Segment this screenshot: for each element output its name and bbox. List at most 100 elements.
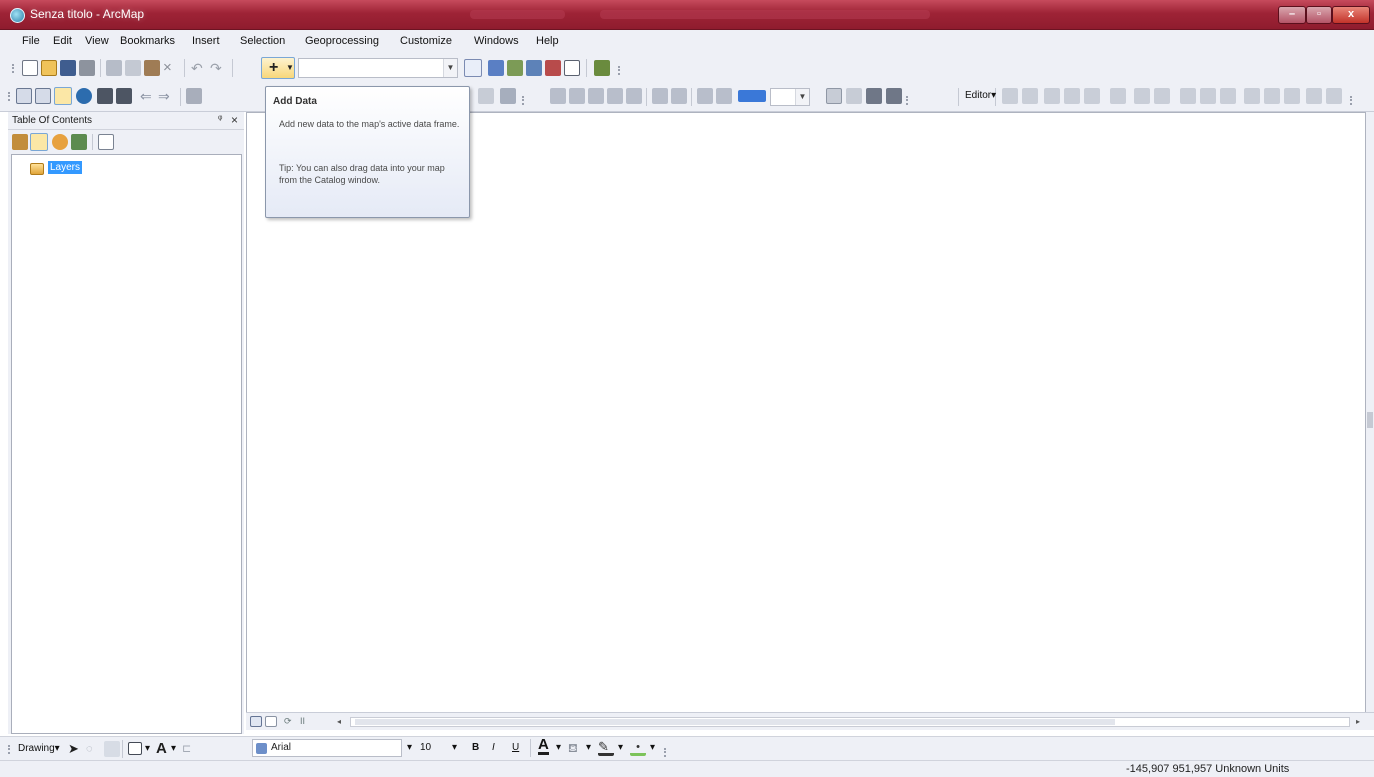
catalog-window-icon[interactable]	[507, 60, 523, 76]
close-icon[interactable]: ×	[231, 113, 238, 127]
redo-icon[interactable]: ↷	[210, 60, 226, 76]
toolbar-grip[interactable]	[8, 745, 12, 754]
options-icon[interactable]	[98, 134, 114, 150]
menu-bookmarks[interactable]: Bookmarks	[120, 35, 175, 47]
font-name-combo[interactable]: Arial	[252, 739, 402, 757]
layout-pan-icon[interactable]	[588, 88, 604, 104]
menu-help[interactable]: Help	[536, 35, 559, 47]
save-icon[interactable]	[60, 60, 76, 76]
fixed-zoom-out-layout-icon[interactable]	[671, 88, 687, 104]
pause-drawing-icon[interactable]: II	[300, 716, 312, 727]
list-by-drawing-order-icon[interactable]	[12, 134, 28, 150]
list-by-source-icon[interactable]	[30, 133, 48, 151]
python-window-icon[interactable]	[564, 60, 580, 76]
layers-data-frame[interactable]: Layers	[48, 161, 83, 174]
print-icon[interactable]	[79, 60, 95, 76]
vertical-scrollbar[interactable]	[1366, 112, 1374, 712]
layout-zoom-out-icon[interactable]	[569, 88, 585, 104]
editor-tools-icon[interactable]	[1326, 88, 1342, 104]
rotate-icon[interactable]: ◌	[86, 741, 102, 757]
edit-toolbar-option-icon[interactable]	[1306, 88, 1322, 104]
go-back-extent-icon[interactable]	[697, 88, 713, 104]
zoom-percent-indicator[interactable]	[738, 90, 766, 102]
scrollbar-thumb[interactable]	[355, 719, 1115, 725]
trace-icon[interactable]	[1084, 88, 1100, 104]
full-extent-icon[interactable]	[76, 88, 92, 104]
menu-windows[interactable]: Windows	[474, 35, 519, 47]
create-features-icon[interactable]	[1284, 88, 1300, 104]
drawing-menu[interactable]: Drawing▾	[18, 743, 60, 754]
menu-geoprocessing[interactable]: Geoprocessing	[305, 35, 379, 47]
toggle-draft-mode-icon[interactable]	[826, 88, 842, 104]
toolbar-grip[interactable]	[12, 64, 16, 73]
menu-insert[interactable]: Insert	[192, 35, 220, 47]
edit-vertices-icon[interactable]	[1134, 88, 1150, 104]
select-features-icon[interactable]	[186, 88, 202, 104]
copy-icon[interactable]	[125, 60, 141, 76]
split-tool-icon[interactable]	[1200, 88, 1216, 104]
editor-menu[interactable]: Editor▾	[965, 90, 996, 101]
map-scale-combo[interactable]: ▼	[298, 58, 458, 78]
chevron-down-icon[interactable]: ▾	[145, 743, 150, 754]
delete-icon[interactable]: ×	[163, 60, 179, 76]
refresh-icon[interactable]: ⟳	[284, 716, 296, 727]
zoom-whole-page-icon[interactable]	[607, 88, 623, 104]
scroll-left-icon[interactable]: ◂	[337, 717, 341, 726]
data-view-icon[interactable]	[250, 716, 262, 727]
pan-hand-icon[interactable]	[54, 87, 72, 105]
edit-tool-icon[interactable]	[1002, 88, 1018, 104]
go-forward-extent-icon[interactable]	[716, 88, 732, 104]
open-folder-icon[interactable]	[41, 60, 57, 76]
zoom-percent-combo[interactable]: ▼	[770, 88, 810, 106]
toolbar-grip[interactable]	[8, 92, 12, 101]
undo-icon[interactable]: ↶	[191, 60, 207, 76]
scrollbar-thumb[interactable]	[1367, 412, 1373, 428]
zoom-out-icon[interactable]	[35, 88, 51, 104]
search-window-icon[interactable]	[526, 60, 542, 76]
reshape-feature-icon[interactable]	[1154, 88, 1170, 104]
zoom-to-selected-elements-icon[interactable]	[104, 741, 120, 757]
select-elements-arrow-icon[interactable]: ➤	[68, 741, 84, 757]
sketch-properties-icon[interactable]	[1264, 88, 1280, 104]
toolbar-grip[interactable]	[618, 66, 622, 75]
zoom-100-percent-icon[interactable]	[626, 88, 642, 104]
data-driven-pages-icon[interactable]	[886, 88, 902, 104]
model-builder-icon[interactable]	[594, 60, 610, 76]
point-icon[interactable]	[1110, 88, 1126, 104]
straight-segment-icon[interactable]	[1044, 88, 1060, 104]
zoom-in-icon[interactable]	[16, 88, 32, 104]
editor-toolbar-icon[interactable]	[464, 59, 482, 77]
callout-icon[interactable]: ⊏	[182, 741, 198, 757]
chevron-down-icon[interactable]: ▼	[795, 89, 809, 105]
toolbar-grip[interactable]	[906, 96, 910, 105]
horizontal-scrollbar[interactable]	[350, 717, 1350, 727]
minimize-button[interactable]: –	[1278, 6, 1306, 24]
attributes-icon[interactable]	[1244, 88, 1260, 104]
layout-view-icon[interactable]	[265, 716, 277, 727]
layout-zoom-in-icon[interactable]	[550, 88, 566, 104]
cut-polygons-icon[interactable]	[1180, 88, 1196, 104]
list-by-selection-icon[interactable]	[71, 134, 87, 150]
fixed-zoom-out-icon[interactable]	[116, 88, 132, 104]
toolbar-grip[interactable]	[1350, 96, 1354, 105]
paste-icon[interactable]	[144, 60, 160, 76]
chevron-down-icon[interactable]: ▾	[171, 743, 176, 754]
change-layout-icon[interactable]	[866, 88, 882, 104]
menu-selection[interactable]: Selection	[240, 35, 285, 47]
end-point-arc-icon[interactable]	[1064, 88, 1080, 104]
menu-file[interactable]: File	[22, 35, 40, 47]
new-text-icon[interactable]: A	[156, 741, 172, 757]
list-by-visibility-icon[interactable]	[52, 134, 68, 150]
html-popup-icon[interactable]	[478, 88, 494, 104]
menu-edit[interactable]: Edit	[53, 35, 72, 47]
edit-annotation-icon[interactable]	[1022, 88, 1038, 104]
scroll-right-icon[interactable]: ▸	[1356, 717, 1360, 726]
table-of-contents-icon[interactable]	[488, 60, 504, 76]
menu-customize[interactable]: Customize	[400, 35, 452, 47]
maximize-button[interactable]: ▫	[1306, 6, 1332, 24]
add-data-button[interactable]: + ▼	[261, 57, 295, 79]
forward-extent-icon[interactable]: ⇒	[158, 88, 174, 104]
fixed-zoom-in-layout-icon[interactable]	[652, 88, 668, 104]
cut-icon[interactable]	[106, 60, 122, 76]
close-window-button[interactable]: x	[1332, 6, 1370, 24]
